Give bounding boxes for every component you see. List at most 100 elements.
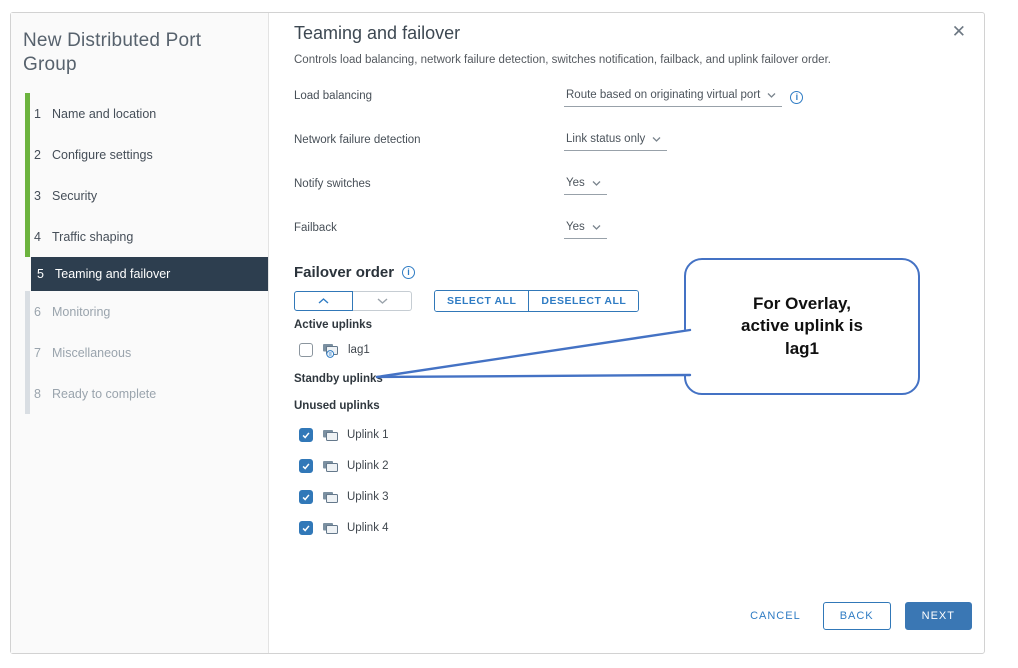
load-balancing-select[interactable]: Route based on originating virtual port bbox=[564, 88, 782, 107]
uplink3-checkbox[interactable] bbox=[299, 490, 313, 504]
uplink-port-icon bbox=[322, 460, 338, 473]
uplink1-checkbox[interactable] bbox=[299, 428, 313, 442]
step-label: Security bbox=[52, 189, 97, 203]
failback-label: Failback bbox=[294, 220, 564, 234]
load-balancing-label: Load balancing bbox=[294, 88, 564, 102]
teaming-form: Load balancing Route based on originatin… bbox=[294, 88, 954, 241]
unused-uplinks-label: Unused uplinks bbox=[294, 400, 954, 412]
next-button[interactable]: NEXT bbox=[905, 602, 972, 630]
page-subtitle: Controls load balancing, network failure… bbox=[294, 54, 954, 66]
step-label: Monitoring bbox=[52, 305, 110, 319]
load-balancing-value: Route based on originating virtual port bbox=[566, 89, 760, 101]
step-security[interactable]: 3 Security bbox=[11, 175, 268, 216]
step-ready-to-complete[interactable]: 8 Ready to complete bbox=[11, 373, 268, 414]
step-number: 7 bbox=[34, 346, 49, 360]
step-progress-bar bbox=[25, 93, 30, 134]
step-progress-bar bbox=[25, 134, 30, 175]
step-monitoring[interactable]: 6 Monitoring bbox=[11, 291, 268, 332]
uplink4-checkbox[interactable] bbox=[299, 521, 313, 535]
chevron-down-icon bbox=[377, 298, 388, 304]
step-label: Miscellaneous bbox=[52, 346, 131, 360]
form-row-notify-switches: Notify switches Yes bbox=[294, 176, 954, 197]
uplink-row-2: Uplink 2 bbox=[294, 458, 954, 474]
uplink-name: lag1 bbox=[348, 344, 370, 356]
step-number: 1 bbox=[34, 107, 49, 121]
uplink-port-icon bbox=[322, 429, 338, 442]
back-button[interactable]: BACK bbox=[823, 602, 891, 630]
uplink-row-1: Uplink 1 bbox=[294, 427, 954, 443]
move-up-button[interactable] bbox=[294, 291, 353, 311]
screen: New Distributed Port Group 1 Name and lo… bbox=[0, 0, 1018, 668]
step-label: Traffic shaping bbox=[52, 230, 133, 244]
step-number: 3 bbox=[34, 189, 49, 203]
info-icon[interactable]: i bbox=[790, 91, 803, 104]
form-row-network-failure-detection: Network failure detection Link status on… bbox=[294, 132, 954, 153]
step-progress-bar bbox=[25, 291, 30, 332]
chevron-down-icon bbox=[592, 224, 601, 230]
uplink-row-3: Uplink 3 bbox=[294, 489, 954, 505]
notify-switches-label: Notify switches bbox=[294, 176, 564, 190]
select-all-button[interactable]: SELECT ALL bbox=[435, 291, 528, 311]
form-row-load-balancing: Load balancing Route based on originatin… bbox=[294, 88, 954, 109]
step-traffic-shaping[interactable]: 4 Traffic shaping bbox=[11, 216, 268, 257]
form-row-failback: Failback Yes bbox=[294, 220, 954, 241]
callout-text-line1: For Overlay, bbox=[753, 293, 851, 315]
step-number: 6 bbox=[34, 305, 49, 319]
chevron-down-icon bbox=[592, 180, 601, 186]
network-failure-detection-select[interactable]: Link status only bbox=[564, 132, 667, 151]
step-label: Ready to complete bbox=[52, 387, 156, 401]
failover-order-title: Failover order bbox=[294, 264, 394, 281]
check-icon bbox=[301, 523, 311, 533]
step-number: 2 bbox=[34, 148, 49, 162]
step-number: 8 bbox=[34, 387, 49, 401]
check-icon bbox=[301, 461, 311, 471]
info-icon[interactable]: i bbox=[402, 266, 415, 279]
cancel-button[interactable]: CANCEL bbox=[742, 602, 809, 630]
wizard-title: New Distributed Port Group bbox=[23, 29, 250, 77]
wizard-footer: CANCEL BACK NEXT bbox=[742, 602, 972, 630]
callout-text-line3: lag1 bbox=[785, 338, 819, 360]
uplink-name: Uplink 1 bbox=[347, 429, 389, 441]
step-label: Teaming and failover bbox=[55, 267, 170, 281]
step-progress-bar bbox=[25, 373, 30, 414]
move-down-button[interactable] bbox=[353, 291, 412, 311]
wizard-sidebar: New Distributed Port Group 1 Name and lo… bbox=[11, 13, 269, 653]
notify-switches-value: Yes bbox=[566, 177, 585, 189]
network-failure-detection-label: Network failure detection bbox=[294, 132, 564, 146]
notify-switches-select[interactable]: Yes bbox=[564, 176, 607, 195]
network-failure-detection-value: Link status only bbox=[566, 133, 645, 145]
uplink-port-icon bbox=[322, 491, 338, 504]
check-icon bbox=[301, 430, 311, 440]
check-icon bbox=[301, 492, 311, 502]
close-icon[interactable]: ✕ bbox=[948, 19, 970, 44]
uplink-name: Uplink 3 bbox=[347, 491, 389, 503]
lag1-checkbox[interactable] bbox=[299, 343, 313, 357]
step-number: 4 bbox=[34, 230, 49, 244]
uplink-row-4: Uplink 4 bbox=[294, 520, 954, 536]
step-configure-settings[interactable]: 2 Configure settings bbox=[11, 134, 268, 175]
failback-select[interactable]: Yes bbox=[564, 220, 607, 239]
step-progress-bar bbox=[25, 216, 30, 257]
uplink-name: Uplink 2 bbox=[347, 460, 389, 472]
annotation-callout-bubble: For Overlay, active uplink is lag1 bbox=[684, 258, 920, 395]
step-name-and-location[interactable]: 1 Name and location bbox=[11, 93, 268, 134]
step-progress-bar bbox=[25, 175, 30, 216]
step-label: Name and location bbox=[52, 107, 156, 121]
step-progress-bar bbox=[25, 332, 30, 373]
chevron-up-icon bbox=[318, 298, 329, 304]
page-title: Teaming and failover bbox=[294, 23, 954, 44]
deselect-all-button[interactable]: DESELECT ALL bbox=[528, 291, 638, 311]
wizard-steps: 1 Name and location 2 Configure settings… bbox=[11, 93, 268, 414]
chevron-down-icon bbox=[652, 136, 661, 142]
step-miscellaneous[interactable]: 7 Miscellaneous bbox=[11, 332, 268, 373]
chevron-down-icon bbox=[767, 92, 776, 98]
step-label: Configure settings bbox=[52, 148, 153, 162]
step-number: 5 bbox=[37, 267, 52, 281]
uplink2-checkbox[interactable] bbox=[299, 459, 313, 473]
failback-value: Yes bbox=[566, 221, 585, 233]
lag-port-icon bbox=[322, 343, 339, 358]
uplink-name: Uplink 4 bbox=[347, 522, 389, 534]
callout-text-line2: active uplink is bbox=[741, 315, 863, 337]
uplink-port-icon bbox=[322, 522, 338, 535]
step-teaming-and-failover[interactable]: 5 Teaming and failover bbox=[31, 257, 268, 291]
